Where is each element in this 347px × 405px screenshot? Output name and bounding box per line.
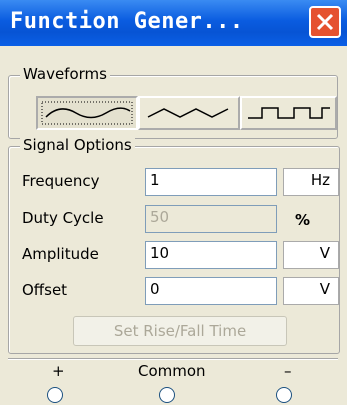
minus-terminal-label: – xyxy=(284,362,292,380)
common-terminal-radio[interactable] xyxy=(159,387,175,403)
close-icon xyxy=(316,13,334,31)
amplitude-label: Amplitude xyxy=(22,245,99,263)
offset-input[interactable]: 0 xyxy=(145,277,277,305)
amplitude-input[interactable]: 10 xyxy=(145,241,277,269)
signal-options-legend: Signal Options xyxy=(20,136,135,154)
square-wave-icon xyxy=(248,107,330,119)
common-terminal-label: Common xyxy=(138,362,206,380)
sine-wave-button[interactable] xyxy=(36,96,138,130)
sine-wave-icon xyxy=(41,101,133,125)
offset-label: Offset xyxy=(22,281,68,299)
window-title: Function Gener... xyxy=(10,9,244,34)
triangle-wave-button[interactable] xyxy=(138,96,240,130)
frequency-unit: Hz xyxy=(283,168,339,196)
plus-terminal-label: + xyxy=(52,362,65,380)
set-rise-fall-time-button: Set Rise/Fall Time xyxy=(73,316,287,346)
plus-terminal-radio[interactable] xyxy=(47,387,63,403)
duty-cycle-unit: % xyxy=(295,211,311,229)
triangle-wave-icon xyxy=(147,108,229,118)
waveforms-legend: Waveforms xyxy=(20,65,110,83)
amplitude-unit: V xyxy=(283,241,339,269)
duty-cycle-label: Duty Cycle xyxy=(22,209,104,227)
square-wave-button[interactable] xyxy=(240,96,337,130)
close-button[interactable] xyxy=(309,6,341,38)
title-bar[interactable]: Function Gener... xyxy=(0,0,347,46)
offset-unit: V xyxy=(283,277,339,305)
duty-cycle-input: 50 xyxy=(145,205,277,233)
frequency-label: Frequency xyxy=(22,172,100,190)
minus-terminal-radio[interactable] xyxy=(276,387,292,403)
frequency-input[interactable]: 1 xyxy=(145,168,277,196)
separator xyxy=(8,358,338,360)
